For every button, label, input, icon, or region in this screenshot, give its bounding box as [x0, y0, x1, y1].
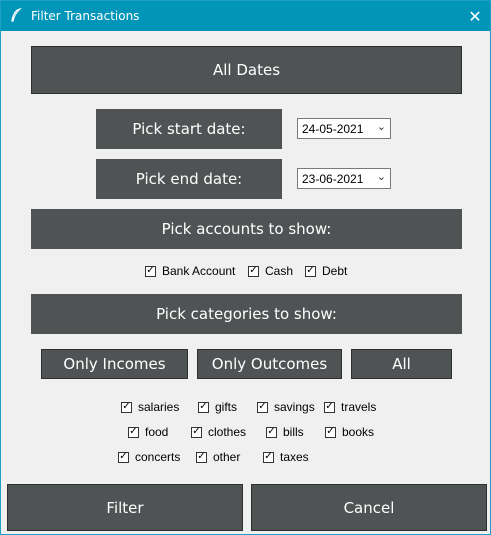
accounts-header-text: Pick accounts to show: [161, 220, 332, 238]
start-date-value: 24-05-2021 [302, 122, 364, 136]
chevron-down-icon[interactable]: ⌄ [377, 120, 386, 133]
only-outcomes-button[interactable]: Only Outcomes [197, 349, 342, 379]
end-date-picker[interactable]: 23-06-2021 ⌄ [297, 168, 391, 189]
checkbox-label: Bank Account [162, 264, 236, 278]
checkmark-icon[interactable]: ✓ [145, 265, 156, 277]
cancel-button-label: Cancel [343, 498, 395, 517]
account-checkbox-cash[interactable]: ✓ Cash [248, 263, 293, 279]
start-date-label: Pick start date: [96, 109, 282, 149]
title-bar: Filter Transactions ✕ [1, 1, 490, 31]
account-checkbox-bank-account[interactable]: ✓ Bank Account [145, 263, 235, 279]
category-checkbox-gifts[interactable]: ✓ gifts [198, 399, 237, 415]
end-date-value: 23-06-2021 [302, 172, 364, 186]
checkbox-label: taxes [280, 450, 309, 464]
filter-button[interactable]: Filter [7, 484, 243, 531]
checkmark-icon[interactable]: ✓ [128, 426, 139, 438]
checkbox-label: travels [341, 400, 377, 414]
category-checkbox-books[interactable]: ✓ books [325, 424, 374, 440]
checkbox-label: Cash [265, 264, 294, 278]
start-date-picker[interactable]: 24-05-2021 ⌄ [297, 118, 391, 139]
all-dates-button[interactable]: All Dates [31, 46, 462, 94]
category-checkbox-travels[interactable]: ✓ travels [324, 399, 376, 415]
category-checkbox-concerts[interactable]: ✓ concerts [118, 449, 180, 465]
window-title: Filter Transactions [31, 9, 140, 23]
checkmark-icon[interactable]: ✓ [248, 265, 259, 277]
checkbox-label: clothes [208, 425, 247, 439]
checkmark-icon[interactable]: ✓ [196, 451, 207, 463]
only-incomes-label: Only Incomes [63, 355, 166, 373]
checkmark-icon[interactable]: ✓ [263, 451, 274, 463]
close-button[interactable]: ✕ [460, 1, 490, 31]
categories-header-text: Pick categories to show: [156, 305, 337, 323]
only-outcomes-label: Only Outcomes [211, 355, 328, 373]
all-categories-label: All [392, 355, 411, 373]
checkbox-label: food [145, 425, 169, 439]
category-checkbox-clothes[interactable]: ✓ clothes [191, 424, 246, 440]
filter-button-label: Filter [106, 498, 144, 517]
category-checkbox-savings[interactable]: ✓ savings [257, 399, 315, 415]
categories-header: Pick categories to show: [31, 294, 462, 334]
end-date-label-text: Pick end date: [135, 170, 243, 188]
checkbox-label: bills [283, 425, 304, 439]
category-checkbox-bills[interactable]: ✓ bills [266, 424, 304, 440]
checkbox-label: savings [274, 400, 315, 414]
checkbox-label: gifts [215, 400, 238, 414]
feather-icon [10, 7, 22, 27]
checkmark-icon[interactable]: ✓ [324, 401, 335, 413]
category-checkbox-food[interactable]: ✓ food [128, 424, 168, 440]
category-checkbox-salaries[interactable]: ✓ salaries [121, 399, 179, 415]
checkmark-icon[interactable]: ✓ [121, 401, 132, 413]
checkmark-icon[interactable]: ✓ [266, 426, 277, 438]
category-checkbox-other[interactable]: ✓ other [196, 449, 240, 465]
close-icon[interactable]: ✕ [468, 7, 481, 26]
account-checkbox-debt[interactable]: ✓ Debt [305, 263, 347, 279]
checkmark-icon[interactable]: ✓ [305, 265, 316, 277]
checkmark-icon[interactable]: ✓ [191, 426, 202, 438]
checkbox-label: books [342, 425, 375, 439]
category-checkbox-taxes[interactable]: ✓ taxes [263, 449, 309, 465]
checkmark-icon[interactable]: ✓ [118, 451, 129, 463]
only-incomes-button[interactable]: Only Incomes [41, 349, 188, 379]
all-dates-label: All Dates [212, 61, 281, 79]
start-date-label-text: Pick start date: [132, 120, 246, 138]
accounts-header: Pick accounts to show: [31, 209, 462, 249]
chevron-down-icon[interactable]: ⌄ [377, 170, 386, 183]
checkmark-icon[interactable]: ✓ [257, 401, 268, 413]
all-categories-button[interactable]: All [351, 349, 452, 379]
cancel-button[interactable]: Cancel [251, 484, 487, 531]
checkmark-icon[interactable]: ✓ [325, 426, 336, 438]
checkbox-label: Debt [322, 264, 348, 278]
checkbox-label: other [213, 450, 241, 464]
checkbox-label: salaries [138, 400, 180, 414]
checkmark-icon[interactable]: ✓ [198, 401, 209, 413]
filter-transactions-window: Filter Transactions ✕ All Dates Pick sta… [0, 0, 491, 535]
end-date-label: Pick end date: [96, 159, 282, 199]
checkbox-label: concerts [135, 450, 181, 464]
